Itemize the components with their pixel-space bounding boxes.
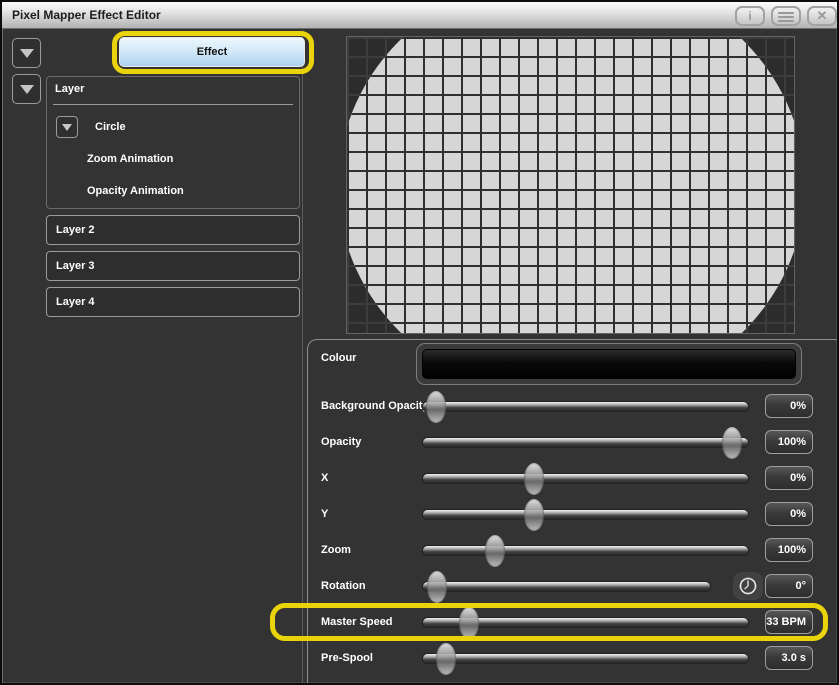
x-slider[interactable]: [423, 474, 748, 483]
pre-spool-row: Pre-Spool 3.0 s: [308, 640, 839, 676]
y-value[interactable]: 0%: [765, 502, 813, 526]
info-button[interactable]: i: [735, 6, 765, 26]
layer-2-button[interactable]: Layer 2: [46, 215, 300, 245]
opacity-label: Opacity: [321, 424, 423, 460]
background-opacity-value[interactable]: 0%: [765, 394, 813, 418]
background-opacity-row: Background Opacity 0%: [308, 388, 839, 424]
slider-thumb[interactable]: [524, 463, 544, 495]
layer-sidebar: Effect Layer Circle Zoom Animation Opaci…: [2, 30, 303, 683]
rotation-slider[interactable]: [423, 582, 710, 591]
rotation-label: Rotation: [321, 568, 423, 604]
background-opacity-label: Background Opacity: [321, 388, 423, 424]
slider-thumb[interactable]: [427, 571, 447, 603]
layer-group-title: Layer: [55, 83, 84, 95]
grid-lines-foreground: [346, 36, 795, 334]
opacity-slider[interactable]: [423, 438, 748, 447]
layer-1-group[interactable]: Layer Circle Zoom Animation Opacity Anim…: [46, 76, 300, 209]
layer-item-opacity-animation[interactable]: Opacity Animation: [87, 185, 184, 197]
zoom-slider[interactable]: [423, 546, 748, 555]
slider-thumb[interactable]: [524, 499, 544, 531]
x-label: X: [321, 460, 423, 496]
close-icon: ✕: [817, 8, 828, 23]
chevron-down-icon: [20, 85, 34, 94]
collapse-effect-button[interactable]: [12, 38, 41, 68]
pixel-mapper-window: Pixel Mapper Effect Editor i ✕ Effect La…: [0, 0, 839, 685]
opacity-row: Opacity 100%: [308, 424, 839, 460]
colour-swatch[interactable]: [416, 343, 802, 385]
pre-spool-slider[interactable]: [423, 654, 748, 663]
layer-item-circle[interactable]: Circle: [95, 121, 126, 133]
divider: [53, 104, 293, 105]
menu-button[interactable]: [771, 6, 801, 26]
clock-icon: [738, 576, 758, 596]
colour-label: Colour: [321, 346, 423, 370]
pixel-grid-preview: [346, 36, 795, 334]
zoom-value[interactable]: 100%: [765, 538, 813, 562]
master-speed-label: Master Speed: [321, 604, 423, 640]
parameter-panel: Colour Background Opacity 0% Opacity 100…: [307, 339, 839, 685]
slider-thumb[interactable]: [436, 643, 456, 675]
colour-swatch-value: [422, 349, 796, 379]
zoom-label: Zoom: [321, 532, 423, 568]
slider-thumb[interactable]: [426, 391, 446, 423]
master-speed-row: Master Speed 33 BPM: [308, 604, 839, 640]
y-label: Y: [321, 496, 423, 532]
rotation-value[interactable]: 0°: [765, 574, 813, 598]
colour-row: Colour: [308, 342, 839, 386]
circle-effect-shape: [346, 36, 795, 334]
effect-button[interactable]: Effect: [119, 37, 305, 67]
x-row: X 0%: [308, 460, 839, 496]
close-button[interactable]: ✕: [807, 6, 837, 26]
layer-item-zoom-animation[interactable]: Zoom Animation: [87, 153, 173, 165]
slider-thumb[interactable]: [485, 535, 505, 567]
slider-thumb[interactable]: [722, 427, 742, 459]
pre-spool-label: Pre-Spool: [321, 640, 423, 676]
layer-3-button[interactable]: Layer 3: [46, 251, 300, 281]
title-bar: Pixel Mapper Effect Editor i ✕: [2, 2, 837, 29]
window-title: Pixel Mapper Effect Editor: [12, 2, 161, 28]
collapse-circle-button[interactable]: [56, 116, 78, 138]
rotation-row: Rotation 0°: [308, 568, 839, 604]
y-row: Y 0%: [308, 496, 839, 532]
opacity-value[interactable]: 100%: [765, 430, 813, 454]
rotation-speed-button[interactable]: [733, 572, 763, 600]
hamburger-menu-icon: [778, 12, 794, 24]
y-slider[interactable]: [423, 510, 748, 519]
info-icon: i: [748, 9, 751, 23]
zoom-row: Zoom 100%: [308, 532, 839, 568]
master-speed-slider[interactable]: [423, 618, 748, 627]
x-value[interactable]: 0%: [765, 466, 813, 490]
chevron-down-icon: [20, 49, 34, 58]
chevron-down-icon: [62, 124, 72, 131]
master-speed-value[interactable]: 33 BPM: [765, 610, 813, 634]
layer-4-button[interactable]: Layer 4: [46, 287, 300, 317]
background-opacity-slider[interactable]: [423, 402, 748, 411]
collapse-layer-button[interactable]: [12, 74, 41, 104]
pre-spool-value[interactable]: 3.0 s: [765, 646, 813, 670]
slider-thumb[interactable]: [459, 607, 479, 639]
